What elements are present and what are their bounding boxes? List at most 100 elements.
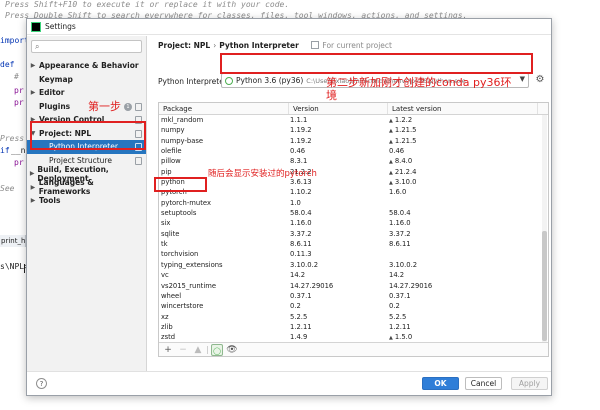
gear-icon[interactable]: ⚙ <box>534 74 546 86</box>
table-row[interactable]: wheel 0.37.1 0.37.1 <box>159 291 548 301</box>
table-row[interactable]: numpy 1.19.2 ▲ 1.21.5 <box>159 125 548 135</box>
package-version-cell: 1.0 <box>290 198 301 207</box>
package-latest-cell: ▲ 1.5.0 <box>388 332 538 342</box>
scope-note: For current project <box>311 41 392 50</box>
chevron-right-icon: ▶ <box>30 89 36 97</box>
package-name-cell: numpy-base <box>161 136 204 145</box>
table-row[interactable]: vs2015_runtime 14.27.29016 14.27.29016 <box>159 281 548 291</box>
editor-code-fragment: pr <box>14 98 24 107</box>
table-row[interactable]: typing_extensions 3.10.0.2 3.10.0.2 <box>159 260 548 270</box>
project-scope-icon <box>311 41 320 49</box>
table-row[interactable]: zlib 1.2.11 1.2.11 <box>159 322 548 332</box>
apply-button[interactable]: Apply <box>511 377 548 390</box>
package-latest-cell: 14.2 <box>388 270 538 280</box>
package-latest-cell: ▲ 8.4.0 <box>388 156 538 166</box>
chevron-down-icon: ▼ <box>519 75 525 83</box>
package-latest-cell: 3.37.2 <box>388 229 538 239</box>
package-version-cell: 14.2 <box>290 271 306 280</box>
terminal-caret <box>24 264 25 273</box>
conda-toggle-button[interactable]: ◯ <box>211 343 223 356</box>
add-package-button[interactable]: + <box>162 344 174 356</box>
table-row[interactable]: xz 5.2.5 5.2.5 <box>159 312 548 322</box>
table-row[interactable]: wincertstore 0.2 0.2 <box>159 301 548 311</box>
package-version-cell: 1.19.2 <box>290 136 312 145</box>
breadcrumb: Project: NPL › Python Interpreter For curr… <box>158 41 392 50</box>
package-latest-cell: ▲ 21.2.4 <box>388 167 538 177</box>
table-header: Package Version Latest version <box>159 103 548 115</box>
table-scrollbar-thumb[interactable] <box>542 231 547 341</box>
upgrade-available-icon: ▲ <box>389 169 393 176</box>
sidebar-item-label: Project Structure <box>49 155 112 165</box>
sidebar-item-languages[interactable]: ▶ Languages & Frameworks <box>27 178 146 196</box>
package-latest-cell <box>388 198 538 208</box>
dialog-titlebar: Settings <box>27 19 551 35</box>
annotation-box-pytorch <box>154 177 207 192</box>
latest-version-text: 8.6.11 <box>389 240 411 249</box>
package-latest-cell: ▲ 1.21.5 <box>388 125 538 135</box>
column-header-version[interactable]: Version <box>289 103 388 114</box>
table-row[interactable]: sqlite 3.37.2 3.37.2 <box>159 229 548 239</box>
package-name-cell: vc <box>161 271 169 280</box>
table-row[interactable]: pytorch 1.10.2 1.6.0 <box>159 187 548 197</box>
package-name-cell: zstd <box>161 333 176 342</box>
sidebar-item-tools[interactable]: ▶ Tools <box>27 194 146 208</box>
annotation-box-sidebar <box>30 121 146 150</box>
package-version-cell: 3.10.0.2 <box>290 260 319 269</box>
package-latest-cell: 1.2.11 <box>388 322 538 332</box>
table-row[interactable]: numpy-base 1.19.2 ▲ 1.21.5 <box>159 136 548 146</box>
table-row[interactable]: mkl_random 1.1.1 ▲ 1.2.2 <box>159 115 548 125</box>
python-icon <box>225 76 233 85</box>
sidebar-item-editor[interactable]: ▶ Editor <box>27 86 146 100</box>
scope-note-label: For current project <box>322 41 392 50</box>
table-row[interactable]: olefile 0.46 0.46 <box>159 146 548 156</box>
latest-version-text: 8.4.0 <box>394 157 413 166</box>
sidebar-item-label: Plugins <box>39 101 71 111</box>
package-name-cell: wheel <box>161 291 182 300</box>
package-version-cell: 0.46 <box>290 147 306 156</box>
ok-button[interactable]: OK <box>422 377 459 390</box>
table-row[interactable]: torchvision 0.11.3 <box>159 249 548 259</box>
latest-version-text: 5.2.5 <box>389 312 407 321</box>
package-name-cell: torchvision <box>161 250 199 259</box>
package-latest-cell: 0.37.1 <box>388 291 538 301</box>
table-row[interactable]: pillow 8.3.1 ▲ 8.4.0 <box>159 156 548 166</box>
package-latest-cell: 58.0.4 <box>388 208 538 218</box>
package-version-cell: 3.37.2 <box>290 229 312 238</box>
editor-keyword: if <box>0 146 10 155</box>
package-latest-cell: ▲ 1.2.2 <box>388 115 538 125</box>
package-name-cell: typing_extensions <box>161 260 223 269</box>
settings-search-input[interactable]: ⌕ <box>31 40 142 53</box>
upgrade-package-button[interactable]: ▲ <box>192 344 204 356</box>
search-icon: ⌕ <box>35 41 40 51</box>
upgrade-available-icon: ▲ <box>389 138 393 145</box>
upgrade-available-icon: ▲ <box>389 128 393 135</box>
sidebar-item-keymap[interactable]: Keymap <box>27 73 146 87</box>
show-early-releases-button[interactable]: 👁 <box>226 344 238 356</box>
table-row[interactable]: tk 8.6.11 8.6.11 <box>159 239 548 249</box>
remove-package-button[interactable]: − <box>177 344 189 356</box>
sidebar-item-appearance[interactable]: ▶ Appearance & Behavior <box>27 59 146 73</box>
package-latest-cell: 8.6.11 <box>388 239 538 249</box>
cancel-button[interactable]: Cancel <box>465 377 502 390</box>
column-header-latest[interactable]: Latest version <box>388 103 538 114</box>
pycharm-app-icon <box>31 21 41 32</box>
chevron-right-icon: ▶ <box>30 197 36 205</box>
package-latest-cell: 14.27.29016 <box>388 281 538 291</box>
package-latest-cell: 1.6.0 <box>388 187 538 197</box>
package-latest-cell: 1.16.0 <box>388 218 538 228</box>
table-row[interactable]: pytorch-mutex 1.0 <box>159 198 548 208</box>
run-tab[interactable]: print_hi() <box>0 235 26 247</box>
table-row[interactable]: setuptools 58.0.4 58.0.4 <box>159 208 548 218</box>
table-row[interactable]: vc 14.2 14.2 <box>159 270 548 280</box>
package-version-cell: 58.0.4 <box>290 209 312 218</box>
sidebar-item-plugins[interactable]: Plugins 1 <box>27 100 146 114</box>
latest-version-text: 1.6.0 <box>389 188 407 197</box>
package-toolbar: + − ▲ ◯ 👁 <box>159 342 548 356</box>
table-row[interactable]: six 1.16.0 1.16.0 <box>159 218 548 228</box>
table-row[interactable]: zstd 1.4.9 ▲ 1.5.0 <box>159 332 548 342</box>
dialog-footer: ? OK Cancel Apply <box>27 371 551 395</box>
help-button[interactable]: ? <box>36 378 47 389</box>
package-table: Package Version Latest version mkl_rando… <box>158 102 549 357</box>
column-header-package[interactable]: Package <box>159 103 289 114</box>
package-name-cell: pillow <box>161 157 181 166</box>
